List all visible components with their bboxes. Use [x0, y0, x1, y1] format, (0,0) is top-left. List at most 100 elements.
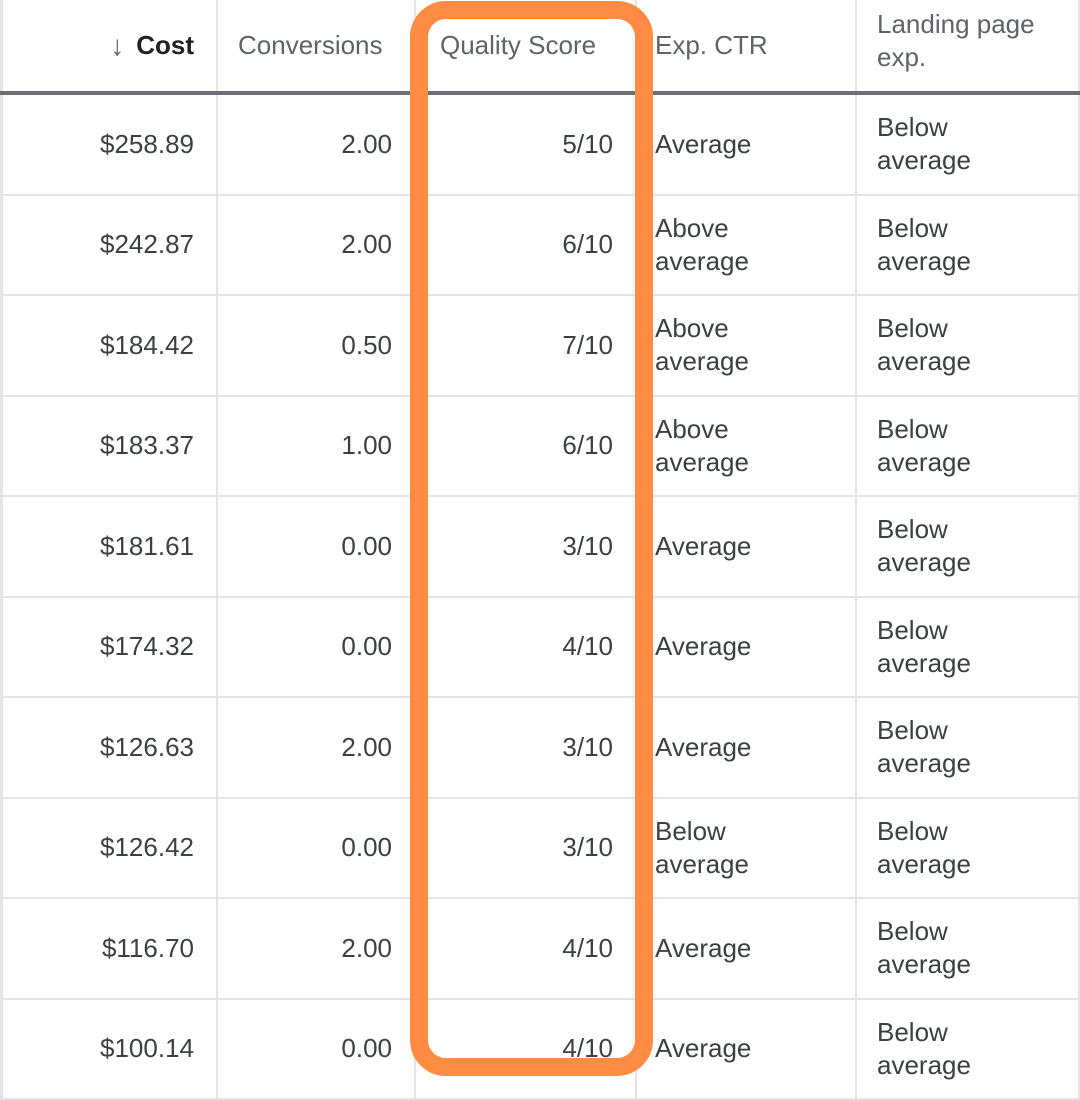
conversions-value: 0.00 — [341, 1032, 392, 1065]
landing-page-exp-cell: Belowaverage — [857, 698, 1080, 797]
conversions-value: 0.00 — [341, 630, 392, 663]
exp-ctr-value-line2: average — [655, 345, 749, 378]
table-row[interactable]: $258.89 2.00 5/10 Average Belowaverage — [0, 95, 1080, 196]
quality-score-cell: 4/10 — [416, 1000, 637, 1099]
conversions-cell: 0.50 — [218, 296, 416, 395]
cost-value: $184.42 — [100, 329, 194, 362]
conversions-cell: 0.00 — [218, 598, 416, 697]
conversions-value: 2.00 — [341, 731, 392, 764]
exp-ctr-value: Below — [655, 815, 749, 848]
table-row[interactable]: $126.63 2.00 3/10 Average Belowaverage — [0, 698, 1080, 799]
table-row[interactable]: $100.14 0.00 4/10 Average Belowaverage — [0, 1000, 1080, 1100]
landing-page-exp-value: Below — [877, 312, 971, 345]
conversions-cell: 0.00 — [218, 799, 416, 898]
landing-page-exp-value-line2: average — [877, 1049, 971, 1082]
conversions-value: 2.00 — [341, 228, 392, 261]
quality-score-value: 6/10 — [562, 228, 613, 261]
table-row[interactable]: $183.37 1.00 6/10 Aboveaverage Belowaver… — [0, 397, 1080, 498]
landing-page-exp-value-line2: average — [877, 245, 971, 278]
table-row[interactable]: $116.70 2.00 4/10 Average Belowaverage — [0, 899, 1080, 1000]
conversions-cell: 2.00 — [218, 196, 416, 295]
landing-page-exp-cell: Belowaverage — [857, 397, 1080, 496]
quality-score-value: 4/10 — [562, 1032, 613, 1065]
conversions-value: 0.50 — [341, 329, 392, 362]
conversions-value: 0.00 — [341, 530, 392, 563]
column-header-label: exp. — [877, 41, 1035, 74]
landing-page-exp-value-line2: average — [877, 848, 971, 881]
column-header-cost[interactable]: ↓ Cost — [0, 0, 218, 91]
conversions-value: 2.00 — [341, 932, 392, 965]
cost-cell: $183.37 — [0, 397, 218, 496]
quality-score-cell: 3/10 — [416, 799, 637, 898]
cost-cell: $258.89 — [0, 95, 218, 194]
landing-page-exp-value: Below — [877, 614, 971, 647]
landing-page-exp-value: Below — [877, 513, 971, 546]
exp-ctr-value: Average — [655, 128, 751, 161]
landing-page-exp-cell: Belowaverage — [857, 899, 1080, 998]
conversions-value: 1.00 — [341, 429, 392, 462]
quality-score-value: 3/10 — [562, 731, 613, 764]
cost-value: $181.61 — [100, 530, 194, 563]
table-header: ↓ Cost Conversions Quality Score Exp. CT… — [0, 0, 1080, 95]
cost-value: $242.87 — [100, 228, 194, 261]
landing-page-exp-cell: Belowaverage — [857, 799, 1080, 898]
conversions-cell: 0.00 — [218, 1000, 416, 1099]
cost-cell: $242.87 — [0, 196, 218, 295]
exp-ctr-cell: Average — [637, 698, 857, 797]
cost-cell: $100.14 — [0, 1000, 218, 1099]
quality-score-cell: 4/10 — [416, 899, 637, 998]
landing-page-exp-value-line2: average — [877, 345, 971, 378]
conversions-cell: 2.00 — [218, 899, 416, 998]
column-header-quality-score[interactable]: Quality Score — [416, 0, 637, 91]
quality-score-cell: 6/10 — [416, 196, 637, 295]
quality-score-value: 6/10 — [562, 429, 613, 462]
landing-page-exp-value: Below — [877, 815, 971, 848]
conversions-value: 0.00 — [341, 831, 392, 864]
quality-score-cell: 6/10 — [416, 397, 637, 496]
cost-cell: $181.61 — [0, 497, 218, 596]
column-header-landing-page-exp[interactable]: Landing page exp. — [857, 0, 1080, 91]
landing-page-exp-value-line2: average — [877, 948, 971, 981]
table-row[interactable]: $174.32 0.00 4/10 Average Belowaverage — [0, 598, 1080, 699]
exp-ctr-value: Average — [655, 731, 751, 764]
cost-cell: $184.42 — [0, 296, 218, 395]
exp-ctr-value-line2: average — [655, 848, 749, 881]
column-header-exp-ctr[interactable]: Exp. CTR — [637, 0, 857, 91]
landing-page-exp-cell: Belowaverage — [857, 1000, 1080, 1099]
exp-ctr-cell: Average — [637, 598, 857, 697]
quality-score-cell: 4/10 — [416, 598, 637, 697]
landing-page-exp-value-line2: average — [877, 144, 971, 177]
quality-score-cell: 3/10 — [416, 698, 637, 797]
quality-score-cell: 3/10 — [416, 497, 637, 596]
landing-page-exp-cell: Belowaverage — [857, 196, 1080, 295]
quality-score-value: 4/10 — [562, 932, 613, 965]
cost-value: $183.37 — [100, 429, 194, 462]
column-header-label: Conversions — [238, 29, 383, 62]
exp-ctr-value-line2: average — [655, 446, 749, 479]
quality-score-value: 3/10 — [562, 530, 613, 563]
quality-score-value: 7/10 — [562, 329, 613, 362]
conversions-cell: 0.00 — [218, 497, 416, 596]
landing-page-exp-value: Below — [877, 111, 971, 144]
cost-value: $126.63 — [100, 731, 194, 764]
landing-page-exp-cell: Belowaverage — [857, 296, 1080, 395]
table-row[interactable]: $242.87 2.00 6/10 Aboveaverage Belowaver… — [0, 196, 1080, 297]
quality-score-cell: 7/10 — [416, 296, 637, 395]
exp-ctr-cell: Average — [637, 497, 857, 596]
exp-ctr-cell: Aboveaverage — [637, 196, 857, 295]
cost-cell: $126.63 — [0, 698, 218, 797]
exp-ctr-cell: Belowaverage — [637, 799, 857, 898]
landing-page-exp-value-line2: average — [877, 747, 971, 780]
exp-ctr-value: Above — [655, 413, 749, 446]
quality-score-value: 5/10 — [562, 128, 613, 161]
conversions-value: 2.00 — [341, 128, 392, 161]
column-header-conversions[interactable]: Conversions — [218, 0, 416, 91]
landing-page-exp-value: Below — [877, 714, 971, 747]
landing-page-exp-value: Below — [877, 413, 971, 446]
table-row[interactable]: $184.42 0.50 7/10 Aboveaverage Belowaver… — [0, 296, 1080, 397]
landing-page-exp-cell: Belowaverage — [857, 497, 1080, 596]
table-row[interactable]: $126.42 0.00 3/10 Belowaverage Belowaver… — [0, 799, 1080, 900]
cost-value: $126.42 — [100, 831, 194, 864]
table-row[interactable]: $181.61 0.00 3/10 Average Belowaverage — [0, 497, 1080, 598]
exp-ctr-value: Average — [655, 530, 751, 563]
